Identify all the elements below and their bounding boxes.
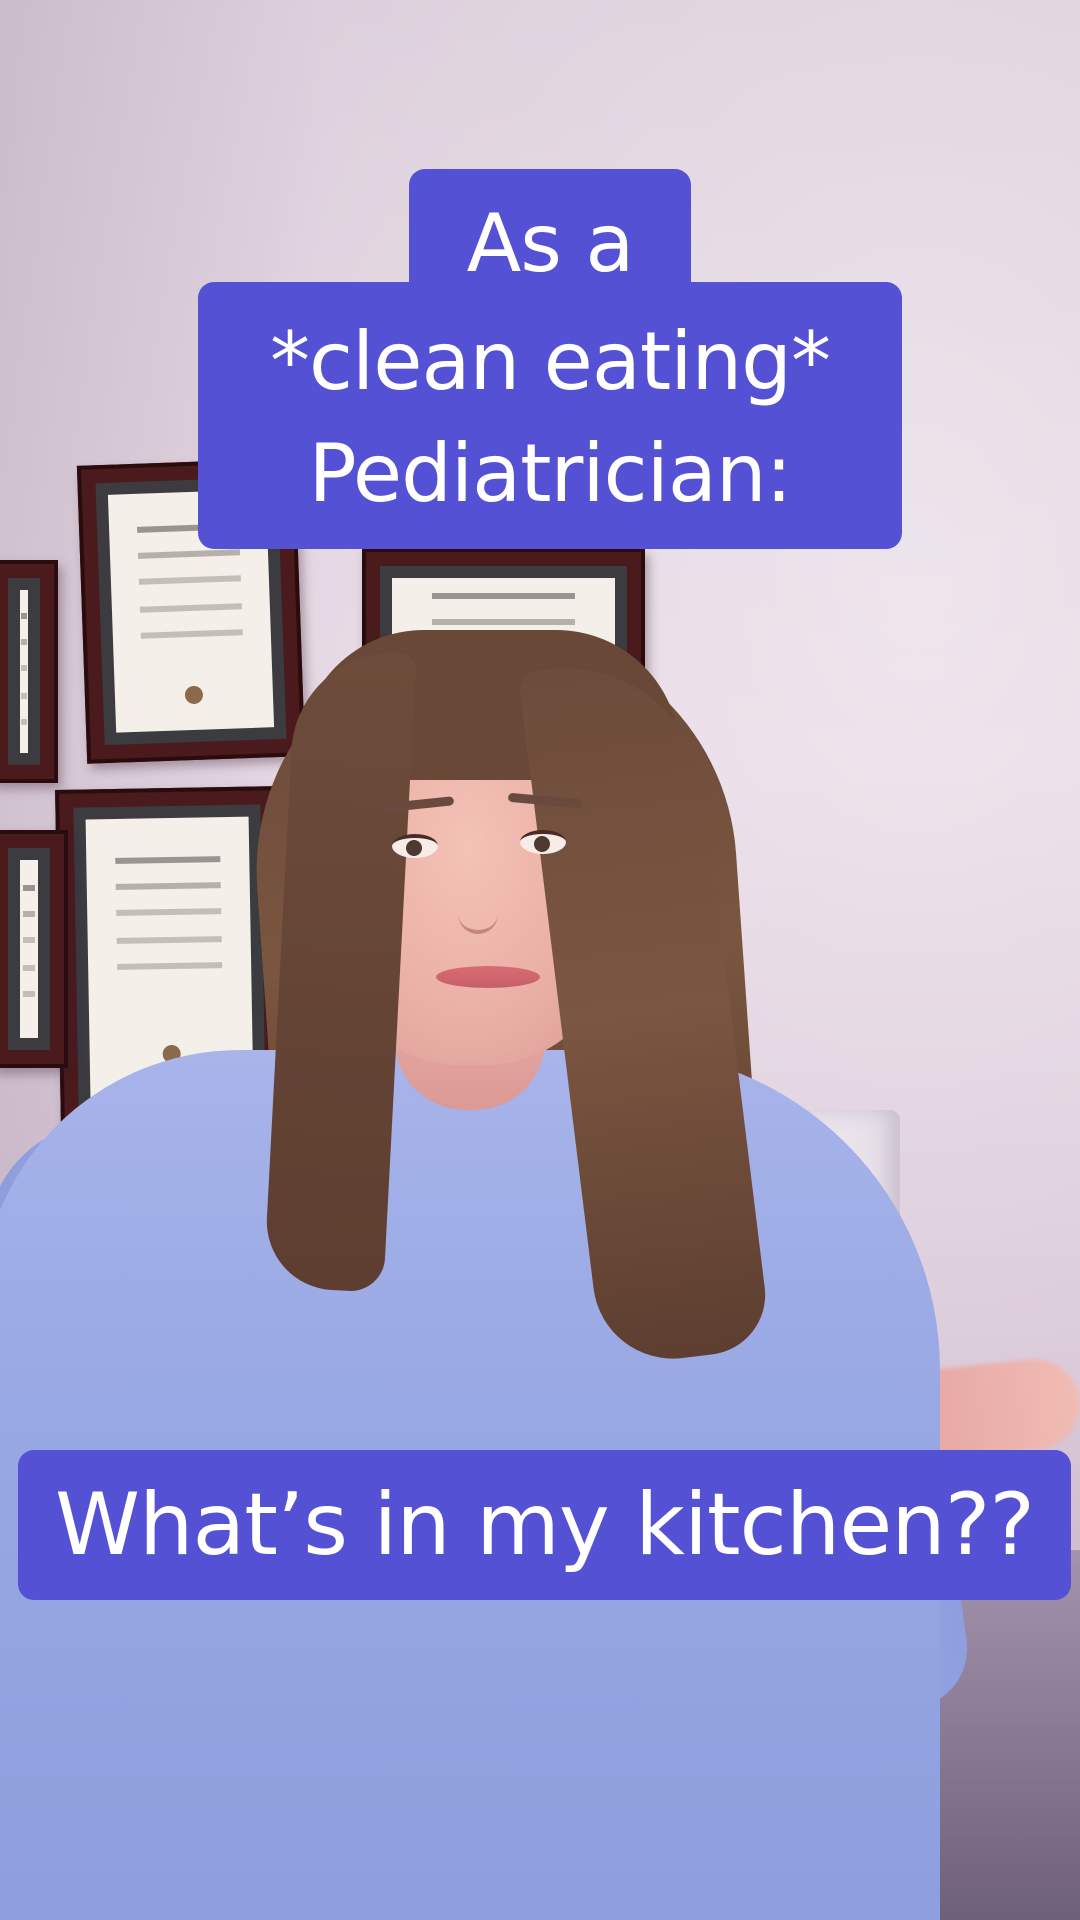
caption-top-line-3: Pediatrician: [308,427,792,520]
left-eye [392,834,438,858]
diploma-frame [0,560,58,783]
mouth [436,966,540,988]
caption-top-line-1: As a [466,197,635,290]
caption-top-line-2: *clean eating* [270,315,831,408]
video-frame: As a *clean eating* Pediatrician: What’s… [0,0,1080,1920]
right-eye [520,830,566,854]
diploma-frame [0,830,68,1068]
nose [458,880,498,934]
caption-bottom-text: What’s in my kitchen?? [54,1475,1035,1575]
